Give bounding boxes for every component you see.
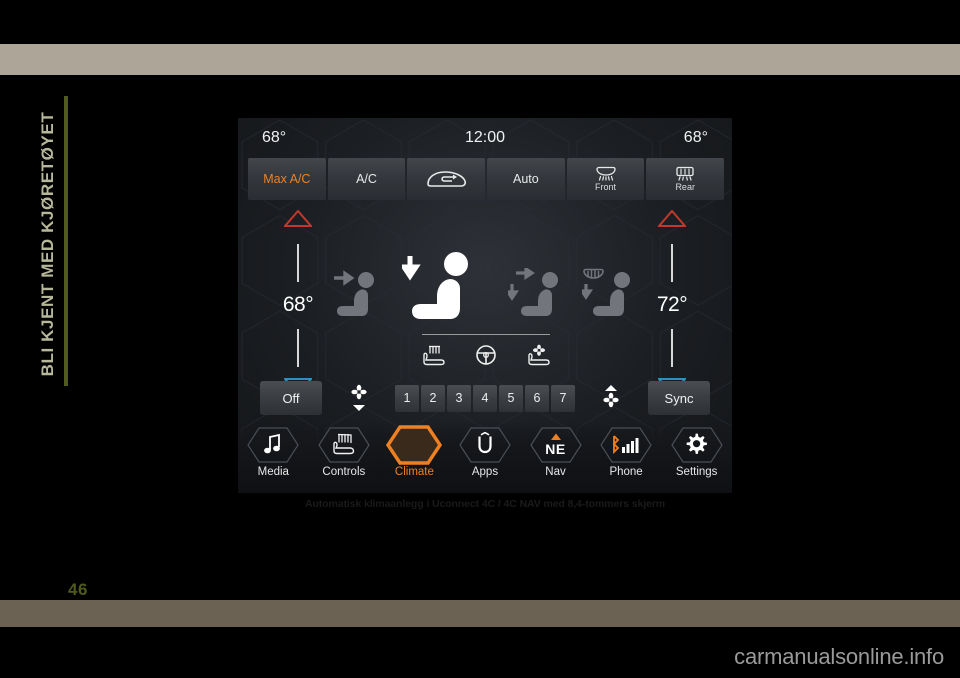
max-ac-button[interactable]: Max A/C bbox=[248, 158, 326, 200]
site-watermark: carmanualsonline.info bbox=[734, 644, 944, 669]
climate-top-button-row: Max A/C A/C Auto Front Rear bbox=[248, 158, 725, 200]
temp-tick-upper bbox=[671, 243, 673, 282]
fan-increase-icon[interactable] bbox=[600, 384, 622, 412]
temp-tick-upper bbox=[297, 243, 299, 282]
sync-label: Sync bbox=[664, 390, 694, 406]
auto-button[interactable]: Auto bbox=[487, 158, 565, 200]
fan-control-row: Off 1 2 3 4 5 6 7 Sync bbox=[238, 376, 732, 420]
nav-item-apps[interactable]: Apps bbox=[450, 425, 520, 478]
fan-step[interactable]: 2 bbox=[421, 384, 445, 412]
driver-temperature-value: 68° bbox=[282, 293, 314, 316]
ventilated-seat-icon[interactable] bbox=[526, 344, 550, 371]
sync-button[interactable]: Sync bbox=[648, 381, 710, 415]
status-clock: 12:00 bbox=[464, 129, 506, 146]
infotainment-screen[interactable]: 68° 12:00 68° Max A/C A/C Auto Front Rea… bbox=[237, 117, 733, 494]
nav-item-phone[interactable]: Phone bbox=[591, 425, 661, 478]
status-row: 68° 12:00 68° bbox=[238, 118, 732, 158]
rear-defrost-button[interactable]: Rear bbox=[646, 158, 725, 200]
fan-step[interactable]: 1 bbox=[395, 384, 419, 412]
nav-item-climate[interactable]: Climate bbox=[379, 425, 449, 478]
heated-seat-icon[interactable] bbox=[422, 344, 446, 371]
ac-button[interactable]: A/C bbox=[327, 158, 406, 200]
rear-defrost-icon bbox=[675, 166, 695, 181]
nav-label-controls: Controls bbox=[322, 466, 366, 478]
nav-item-nav[interactable]: NE Nav bbox=[521, 425, 591, 478]
airflow-feet-icon[interactable] bbox=[505, 266, 572, 329]
aux-divider bbox=[422, 334, 550, 335]
temp-tick-lower bbox=[671, 328, 673, 367]
auxiliary-comfort-row bbox=[422, 334, 550, 378]
airflow-defrost-feet-icon[interactable] bbox=[579, 268, 642, 329]
fan-step[interactable]: 3 bbox=[447, 384, 471, 412]
ac-label: A/C bbox=[356, 172, 377, 186]
temp-up-triangle-icon[interactable] bbox=[656, 209, 688, 232]
nav-label-settings: Settings bbox=[675, 466, 718, 478]
front-defrost-label: Front bbox=[595, 182, 617, 192]
compass-heading-label: NE bbox=[545, 441, 566, 457]
rear-defrost-label: Rear bbox=[675, 182, 695, 192]
chapter-title: BLI KJENT MED KJØRETØYET bbox=[38, 111, 57, 377]
driver-temperature-control[interactable]: 68° bbox=[261, 209, 335, 400]
status-right-temperature: 68° bbox=[683, 129, 708, 146]
recirculation-button[interactable] bbox=[407, 158, 486, 200]
nav-item-settings[interactable]: Settings bbox=[662, 425, 732, 478]
chapter-rule bbox=[64, 96, 68, 386]
page-number: 46 bbox=[68, 580, 88, 599]
main-nav-bar: Media Controls Climate Apps NE Nav Phone… bbox=[238, 421, 732, 493]
figure-caption: Automatisk klimaanlegg i Uconnect 4C / 4… bbox=[304, 498, 666, 510]
nav-item-controls[interactable]: Controls bbox=[309, 425, 379, 478]
temp-tick-lower bbox=[297, 328, 299, 367]
airflow-face-feet-icon[interactable] bbox=[399, 248, 488, 335]
passenger-temperature-value: 72° bbox=[656, 293, 688, 316]
recirculation-icon bbox=[423, 168, 469, 190]
passenger-temperature-control[interactable]: 72° bbox=[635, 209, 709, 400]
nav-label-apps: Apps bbox=[471, 466, 499, 478]
chapter-marker: BLI KJENT MED KJØRETØYET bbox=[20, 96, 76, 386]
nav-label-media: Media bbox=[257, 466, 289, 478]
page-bottom-band bbox=[0, 600, 960, 627]
nav-label-climate: Climate bbox=[394, 466, 434, 478]
compass-ne-icon: NE bbox=[545, 433, 565, 457]
nav-item-media[interactable]: Media bbox=[238, 425, 308, 478]
fan-step[interactable]: 6 bbox=[525, 384, 549, 412]
front-defrost-icon bbox=[595, 166, 617, 181]
page-top-band bbox=[0, 44, 960, 75]
auto-label: Auto bbox=[512, 172, 539, 186]
front-defrost-button[interactable]: Front bbox=[566, 158, 645, 200]
fan-step[interactable]: 5 bbox=[499, 384, 523, 412]
airflow-face-icon[interactable] bbox=[330, 268, 388, 329]
heated-steering-wheel-icon[interactable] bbox=[474, 344, 498, 371]
fan-step[interactable]: 4 bbox=[473, 384, 497, 412]
nav-label-nav: Nav bbox=[545, 466, 566, 478]
airflow-mode-selector[interactable] bbox=[330, 246, 642, 332]
max-ac-label: Max A/C bbox=[263, 172, 311, 186]
fan-step[interactable]: 7 bbox=[551, 384, 575, 412]
nav-label-phone: Phone bbox=[609, 466, 643, 478]
temp-up-triangle-icon[interactable] bbox=[282, 209, 314, 232]
